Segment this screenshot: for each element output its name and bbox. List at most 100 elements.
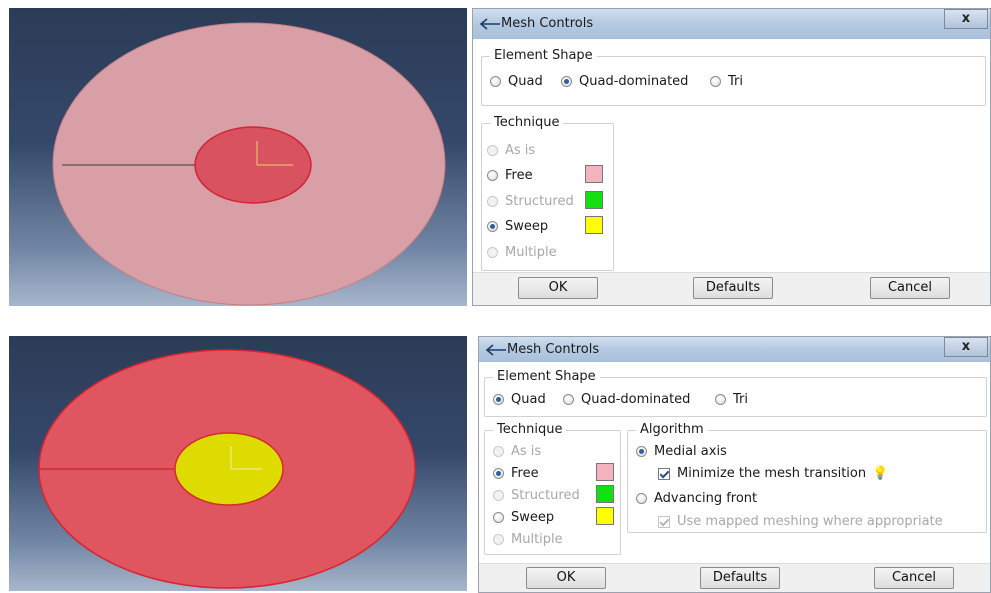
checkbox-indicator [658, 515, 670, 528]
radio-label: Advancing front [654, 491, 758, 506]
top-dialog-content: Element Shape Quad Quad-dominated Tri Te… [473, 39, 990, 305]
technique-group: Technique As is Free Structured Sweep Mu… [484, 422, 621, 555]
bottom-viewport[interactable] [9, 336, 467, 591]
radio-tri[interactable]: Tri [710, 74, 743, 89]
structured-color-swatch [585, 191, 603, 209]
top-inner-region[interactable] [194, 126, 312, 204]
radio-label: Free [511, 466, 539, 481]
bottom-inner-region[interactable] [174, 432, 284, 506]
top-viewport[interactable] [9, 8, 467, 306]
radio-indicator [636, 493, 647, 504]
radio-sweep[interactable]: Sweep [493, 510, 554, 525]
radio-quad-dominated[interactable]: Quad-dominated [561, 74, 688, 89]
radio-label: Multiple [511, 532, 563, 547]
radio-free[interactable]: Free [487, 168, 533, 183]
radio-structured[interactable]: Structured [493, 488, 580, 503]
radio-label: Free [505, 168, 533, 183]
close-button[interactable]: x [944, 337, 988, 357]
free-color-swatch [596, 463, 614, 481]
technique-title: Technique [490, 115, 564, 130]
radio-label: Multiple [505, 245, 557, 260]
radio-as-is[interactable]: As is [493, 444, 541, 459]
cancel-button[interactable]: Cancel [874, 567, 954, 589]
bottom-model-view [38, 349, 416, 589]
radio-label: Quad-dominated [579, 74, 689, 89]
radio-label: Tri [728, 74, 743, 89]
radio-indicator [561, 76, 572, 87]
radio-as-is[interactable]: As is [487, 143, 535, 158]
sweep-color-swatch [596, 507, 614, 525]
radio-label: Medial axis [654, 444, 727, 459]
radio-sweep[interactable]: Sweep [487, 219, 548, 234]
arrow-left-icon [479, 18, 500, 30]
radio-indicator [487, 247, 498, 258]
close-button[interactable]: x [944, 9, 988, 29]
defaults-button[interactable]: Defaults [693, 277, 773, 299]
element-shape-title: Element Shape [490, 48, 597, 63]
radio-indicator [563, 394, 574, 405]
radio-label: Tri [733, 392, 748, 407]
radio-advancing-front[interactable]: Advancing front [636, 491, 757, 506]
radio-indicator [487, 196, 498, 207]
radio-indicator [487, 170, 498, 181]
defaults-button[interactable]: Defaults [700, 567, 780, 589]
top-mesh-controls-dialog: Mesh Controls x Element Shape Quad Quad-… [472, 8, 991, 306]
checkbox-label: Use mapped meshing where appropriate [677, 514, 943, 529]
radio-quad[interactable]: Quad [493, 392, 546, 407]
sweep-color-swatch [585, 216, 603, 234]
element-shape-group: Element Shape Quad Quad-dominated Tri [481, 48, 986, 106]
radio-label: Quad-dominated [581, 392, 691, 407]
checkbox-label: Minimize the mesh transition [677, 466, 867, 481]
radio-indicator [487, 145, 498, 156]
arrow-left-icon [485, 344, 506, 356]
radio-quad-dominated[interactable]: Quad-dominated [563, 392, 690, 407]
top-model-view [52, 22, 446, 306]
cancel-button[interactable]: Cancel [870, 277, 950, 299]
lightbulb-icon[interactable]: 💡 [872, 466, 888, 481]
checkbox-minimize-transition[interactable]: Minimize the mesh transition 💡 [658, 466, 888, 481]
radio-multiple[interactable]: Multiple [493, 532, 563, 547]
radio-quad[interactable]: Quad [490, 74, 543, 89]
radio-indicator [493, 394, 504, 405]
technique-group: Technique As is Free Structured Sweep Mu… [481, 115, 614, 271]
top-title-bar[interactable]: Mesh Controls x [473, 9, 990, 39]
radio-indicator [493, 468, 504, 479]
radio-indicator [493, 534, 504, 545]
ok-button[interactable]: OK [518, 277, 598, 299]
radio-multiple[interactable]: Multiple [487, 245, 557, 260]
radio-indicator [493, 490, 504, 501]
ok-button[interactable]: OK [526, 567, 606, 589]
radio-indicator [490, 76, 501, 87]
radio-label: Sweep [505, 219, 549, 234]
dialog-title: Mesh Controls [501, 16, 594, 31]
checkbox-indicator [658, 467, 670, 480]
radio-tri[interactable]: Tri [715, 392, 748, 407]
structured-color-swatch [596, 485, 614, 503]
bottom-title-bar[interactable]: Mesh Controls x [479, 337, 990, 362]
radio-label: As is [505, 143, 536, 158]
bottom-mesh-controls-dialog: Mesh Controls x Element Shape Quad Quad-… [478, 336, 991, 593]
algorithm-group: Algorithm Medial axis Minimize the mesh … [627, 422, 987, 533]
free-color-swatch [585, 165, 603, 183]
radio-indicator [493, 446, 504, 457]
radio-medial-axis[interactable]: Medial axis [636, 444, 727, 459]
element-shape-group: Element Shape Quad Quad-dominated Tri [484, 369, 987, 417]
dialog-title: Mesh Controls [507, 342, 600, 357]
radio-free[interactable]: Free [493, 466, 539, 481]
radio-indicator [493, 512, 504, 523]
algorithm-title: Algorithm [636, 422, 708, 437]
radio-label: Structured [505, 194, 574, 209]
element-shape-title: Element Shape [493, 369, 600, 384]
radio-label: Structured [511, 488, 580, 503]
radio-indicator [710, 76, 721, 87]
top-button-bar: OK Defaults Cancel [473, 272, 990, 305]
bottom-button-bar: OK Defaults Cancel [479, 563, 990, 592]
radio-structured[interactable]: Structured [487, 194, 574, 209]
checkbox-use-mapped-meshing[interactable]: Use mapped meshing where appropriate [658, 514, 943, 529]
technique-title: Technique [493, 422, 567, 437]
radio-label: Quad [511, 392, 546, 407]
radio-indicator [636, 446, 647, 457]
radio-label: Quad [508, 74, 543, 89]
radio-label: As is [511, 444, 542, 459]
radio-indicator [715, 394, 726, 405]
